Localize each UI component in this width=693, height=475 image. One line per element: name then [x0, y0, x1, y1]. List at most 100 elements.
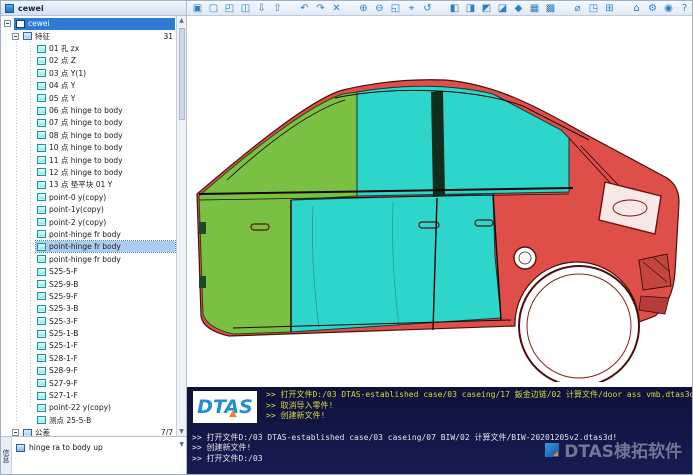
- tree-item[interactable]: S28-1-F: [1, 352, 186, 364]
- tree-item[interactable]: S28-9-F: [1, 365, 186, 377]
- tree-item-label: 04 点 Y: [49, 81, 76, 91]
- tree-item[interactable]: S25-5-F: [1, 265, 186, 277]
- tree-item-label: S25-5-F: [49, 267, 78, 277]
- scrollbar-thumb[interactable]: [178, 28, 185, 120]
- view-top-icon[interactable]: ◩: [480, 2, 493, 15]
- zoom-in-icon[interactable]: ⊕: [357, 2, 370, 15]
- tree-item[interactable]: 10 点 hinge to body: [1, 142, 186, 154]
- panel-title: cewei: [18, 3, 44, 13]
- view-back-icon[interactable]: ◨: [464, 2, 477, 15]
- tree-scrollbar[interactable]: ▲ ▼: [176, 16, 186, 436]
- 3d-viewport[interactable]: [187, 16, 692, 387]
- tree-item[interactable]: 03 点 Y(1): [1, 67, 186, 79]
- tree-item[interactable]: S25-9-B: [1, 278, 186, 290]
- scroll-down-icon[interactable]: ▼: [179, 427, 184, 436]
- grid-icon[interactable]: ⊞: [603, 2, 616, 15]
- door-glass-panels: [356, 85, 570, 197]
- feature-icon: [37, 416, 46, 425]
- expander-icon[interactable]: [12, 429, 19, 436]
- tree-item-label: point-1y(copy): [49, 205, 104, 215]
- info-tab[interactable]: 信息: [1, 437, 12, 474]
- fuel-filler-opening: [513, 246, 537, 270]
- tree-item[interactable]: 05 点 Y: [1, 92, 186, 104]
- import-icon[interactable]: ⇩: [255, 2, 268, 15]
- tree-item[interactable]: point-hinge fr body: [1, 228, 186, 240]
- tree-item-label: 03 点 Y(1): [49, 68, 87, 78]
- tree-item-label: S28-1-F: [49, 353, 78, 363]
- door-panels: [290, 193, 502, 333]
- new-file-icon[interactable]: ▢: [207, 2, 220, 15]
- tree-item[interactable]: 01 孔 zx: [1, 42, 186, 54]
- export-icon[interactable]: ⇧: [271, 2, 284, 15]
- tree-item[interactable]: 13 点 垫平块 01 Y: [1, 179, 186, 191]
- tree-item[interactable]: 公差 7/7: [1, 427, 186, 436]
- window-icon: [5, 3, 14, 13]
- tree-item-label: 13 点 垫平块 01 Y: [49, 180, 113, 190]
- tree-item[interactable]: S25-3-B: [1, 303, 186, 315]
- app-icon[interactable]: ▣: [191, 2, 204, 15]
- tree-item[interactable]: 06 点 hinge to body: [1, 104, 186, 116]
- tree-item[interactable]: point-2 y(copy): [1, 216, 186, 228]
- tree-item[interactable]: S25-1-B: [1, 327, 186, 339]
- view-front-icon[interactable]: ◧: [448, 2, 461, 15]
- tree-item[interactable]: 测点 25-5-B: [1, 414, 186, 426]
- feature-icon: [37, 366, 46, 375]
- tree-item[interactable]: S25-1-F: [1, 340, 186, 352]
- section-icon[interactable]: ◳: [587, 2, 600, 15]
- scroll-up-icon[interactable]: ▲: [179, 16, 184, 25]
- tree-item-label: 测点 25-5-B: [49, 415, 92, 425]
- feature-icon: [37, 230, 46, 239]
- tolerance-list-panel: 信息 hinge ra to body up ▼: [1, 436, 186, 474]
- tree-item[interactable]: 11 点 hinge to body: [1, 154, 186, 166]
- view-bottom-icon[interactable]: ◪: [496, 2, 509, 15]
- tree-item[interactable]: point-0 y(copy): [1, 191, 186, 203]
- target-icon[interactable]: ◉: [662, 2, 675, 15]
- tree-item[interactable]: S25-9-F: [1, 290, 186, 302]
- tree-item[interactable]: 02 点 Z: [1, 55, 186, 67]
- tree-item[interactable]: 特征 31: [1, 30, 186, 42]
- tree-item[interactable]: point-1y(copy): [1, 203, 186, 215]
- tree-item-label: point-0 y(copy): [49, 192, 107, 202]
- help-icon[interactable]: ?: [678, 2, 691, 15]
- tree-item-label: point-hinge fr body: [49, 254, 121, 264]
- feature-icon: [37, 205, 46, 214]
- car-body-model[interactable]: [193, 76, 687, 382]
- home-view-icon[interactable]: ⌂: [630, 2, 643, 15]
- tree-item[interactable]: point-hinge fr body: [1, 253, 186, 265]
- scroll-down-icon[interactable]: ▼: [179, 441, 184, 448]
- tree-item[interactable]: point-22 y(copy): [1, 402, 186, 414]
- tree-item[interactable]: S27-9-F: [1, 377, 186, 389]
- tree-item-label: 05 点 Y: [49, 93, 76, 103]
- feature-icon: [37, 255, 46, 264]
- tolerance-item[interactable]: hinge ra to body up: [12, 441, 186, 454]
- measure-icon[interactable]: ⌀: [571, 2, 584, 15]
- delete-icon[interactable]: ✕: [330, 2, 343, 15]
- tree-item[interactable]: 07 点 hinge to body: [1, 117, 186, 129]
- tree-item[interactable]: 04 点 Y: [1, 80, 186, 92]
- tree-item-label: 07 点 hinge to body: [49, 118, 123, 128]
- fit-view-icon[interactable]: ◱: [389, 2, 402, 15]
- expander-icon[interactable]: [12, 32, 19, 40]
- feature-icon: [37, 81, 46, 90]
- wireframe-icon[interactable]: ▦: [528, 2, 541, 15]
- tree-item[interactable]: S27-1-F: [1, 389, 186, 401]
- tree-item[interactable]: 08 点 hinge to body: [1, 129, 186, 141]
- tree-item[interactable]: S25-3-F: [1, 315, 186, 327]
- panel-header[interactable]: cewei: [1, 1, 186, 16]
- save-icon[interactable]: ◫: [239, 2, 252, 15]
- tree-item[interactable]: point-hinge fr body: [1, 240, 186, 254]
- open-file-icon[interactable]: ◰: [223, 2, 236, 15]
- tree-root-item[interactable]: cewei: [1, 17, 186, 30]
- zoom-out-icon[interactable]: ⊖: [373, 2, 386, 15]
- console-line: >> 打开文件D:/03 DTAS-established case/03 ca…: [266, 390, 692, 399]
- tree-item[interactable]: 12 点 hinge to body: [1, 166, 186, 178]
- expander-icon[interactable]: [4, 20, 11, 27]
- undo-icon[interactable]: ↶: [298, 2, 311, 15]
- tree-item-label: S28-9-F: [49, 366, 78, 376]
- rotate-view-icon[interactable]: ↺: [421, 2, 434, 15]
- locate-icon[interactable]: ⌖: [405, 2, 418, 15]
- view-iso-icon[interactable]: ◆: [512, 2, 525, 15]
- shaded-icon[interactable]: ▩: [544, 2, 557, 15]
- settings-icon[interactable]: ⚙: [646, 2, 659, 15]
- redo-icon[interactable]: ↷: [314, 2, 327, 15]
